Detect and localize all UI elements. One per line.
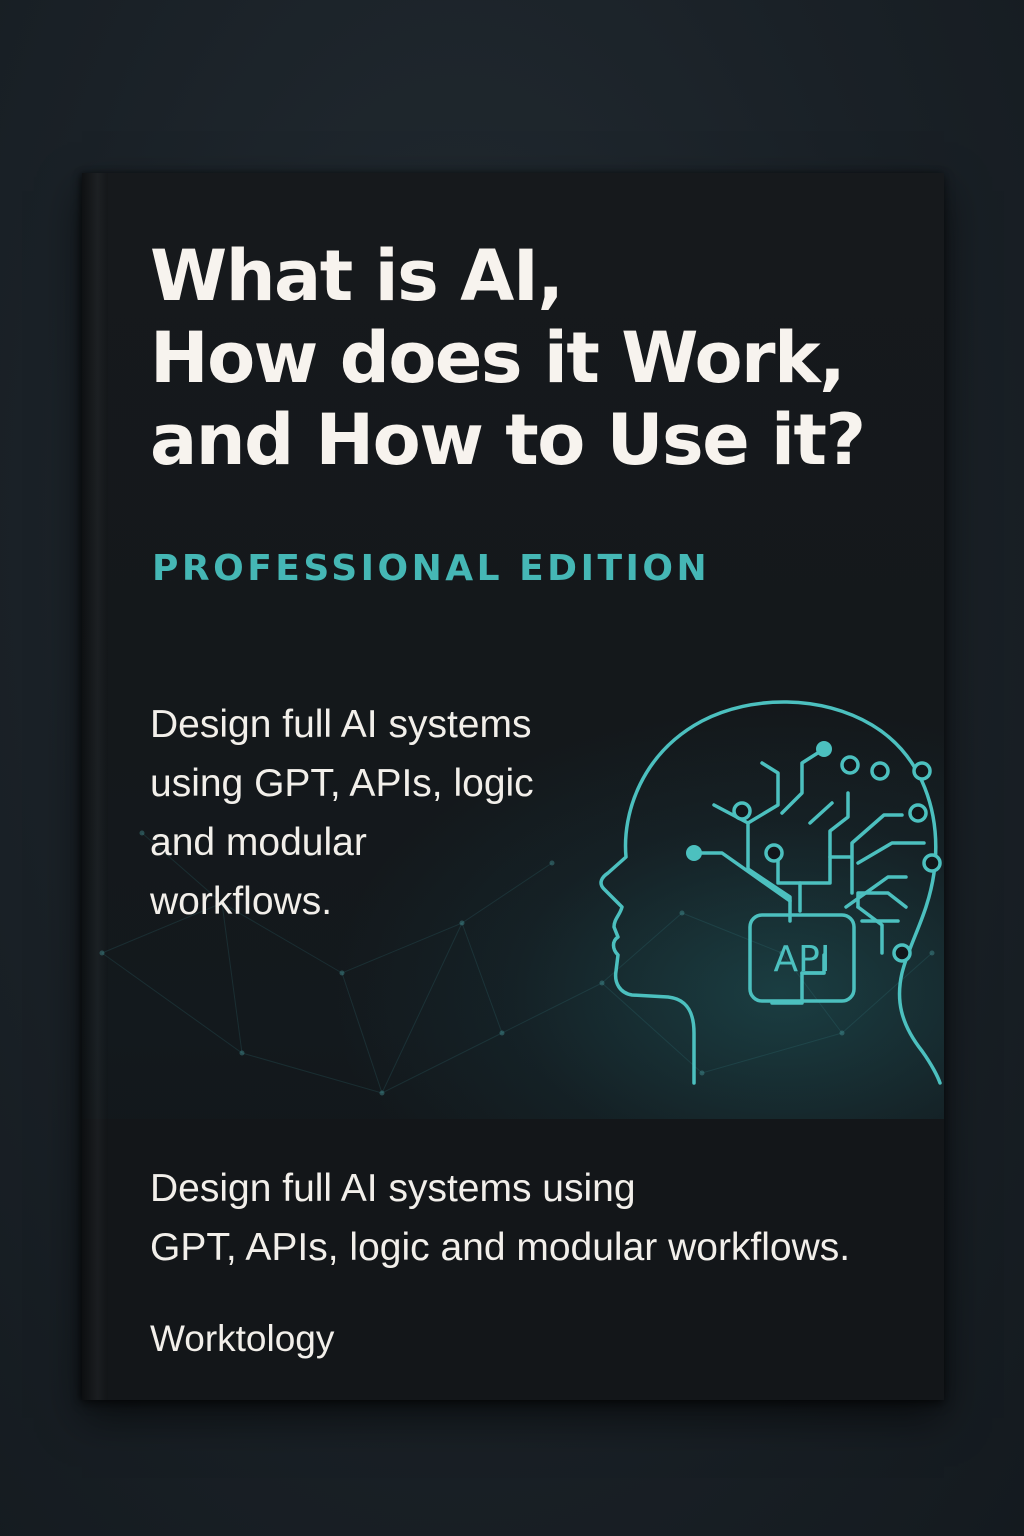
book-cover: What is AI, How does it Work, and How to…	[82, 173, 944, 1400]
edition-label: PROFESSIONAL EDITION	[152, 548, 711, 589]
cover-blurb: Design full AI systems using GPT, APIs, …	[150, 703, 534, 923]
title-line-3: and How to Use it?	[150, 399, 866, 481]
publisher-name: Worktology	[150, 1318, 335, 1359]
api-chip-label: API	[774, 939, 831, 980]
book-title: What is AI, How does it Work, and How to…	[150, 235, 930, 481]
cover-tagline: Design full AI systems using GPT, APIs, …	[150, 1167, 851, 1269]
title-line-1: What is AI,	[150, 235, 564, 317]
head-circuit-icon: API	[599, 700, 942, 1085]
title-line-2: How does it Work,	[150, 317, 846, 399]
